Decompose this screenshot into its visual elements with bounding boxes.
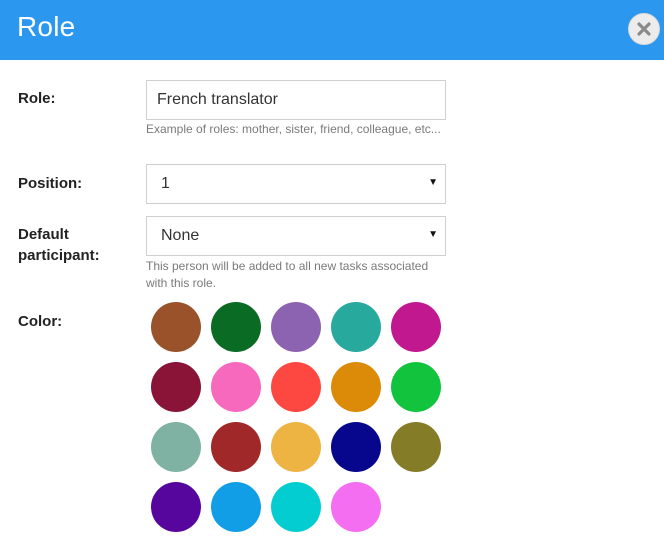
color-swatch[interactable] <box>151 482 201 532</box>
color-swatch[interactable] <box>331 422 381 472</box>
color-swatch[interactable] <box>331 482 381 532</box>
color-swatch[interactable] <box>211 422 261 472</box>
color-swatch[interactable] <box>331 302 381 352</box>
default-participant-value: None <box>161 227 200 244</box>
role-field[interactable] <box>146 80 446 120</box>
color-swatch[interactable] <box>391 362 441 412</box>
color-swatch[interactable] <box>151 302 201 352</box>
dialog-title: Role <box>17 11 76 42</box>
color-swatch[interactable] <box>391 422 441 472</box>
default-participant-select[interactable]: None ▼ <box>146 216 446 256</box>
role-help: Example of roles: mother, sister, friend… <box>146 122 441 136</box>
role-input[interactable] <box>147 81 445 119</box>
color-label: Color: <box>18 313 63 330</box>
chevron-down-icon: ▼ <box>428 229 438 240</box>
color-swatch[interactable] <box>271 482 321 532</box>
default-participant-label: Default participant: <box>18 224 100 266</box>
role-label: Role: <box>18 90 56 107</box>
default-participant-help: This person will be added to all new tas… <box>146 259 429 290</box>
position-label: Position: <box>18 175 83 192</box>
color-swatch[interactable] <box>271 362 321 412</box>
position-select[interactable]: 1 ▼ <box>146 164 446 204</box>
dialog-header: Role <box>0 0 664 60</box>
color-swatch[interactable] <box>211 362 261 412</box>
color-swatch[interactable] <box>151 362 201 412</box>
color-swatch[interactable] <box>151 422 201 472</box>
close-button[interactable] <box>628 13 660 45</box>
color-swatch[interactable] <box>211 482 261 532</box>
close-icon <box>637 22 651 36</box>
color-swatch[interactable] <box>391 302 441 352</box>
position-value: 1 <box>161 175 170 192</box>
color-swatch[interactable] <box>271 302 321 352</box>
chevron-down-icon: ▼ <box>428 177 438 188</box>
default-participant-label-line1: Default <box>18 226 69 243</box>
color-swatch[interactable] <box>211 302 261 352</box>
color-swatch[interactable] <box>271 422 321 472</box>
color-swatch[interactable] <box>331 362 381 412</box>
default-participant-label-line2: participant: <box>18 247 100 264</box>
